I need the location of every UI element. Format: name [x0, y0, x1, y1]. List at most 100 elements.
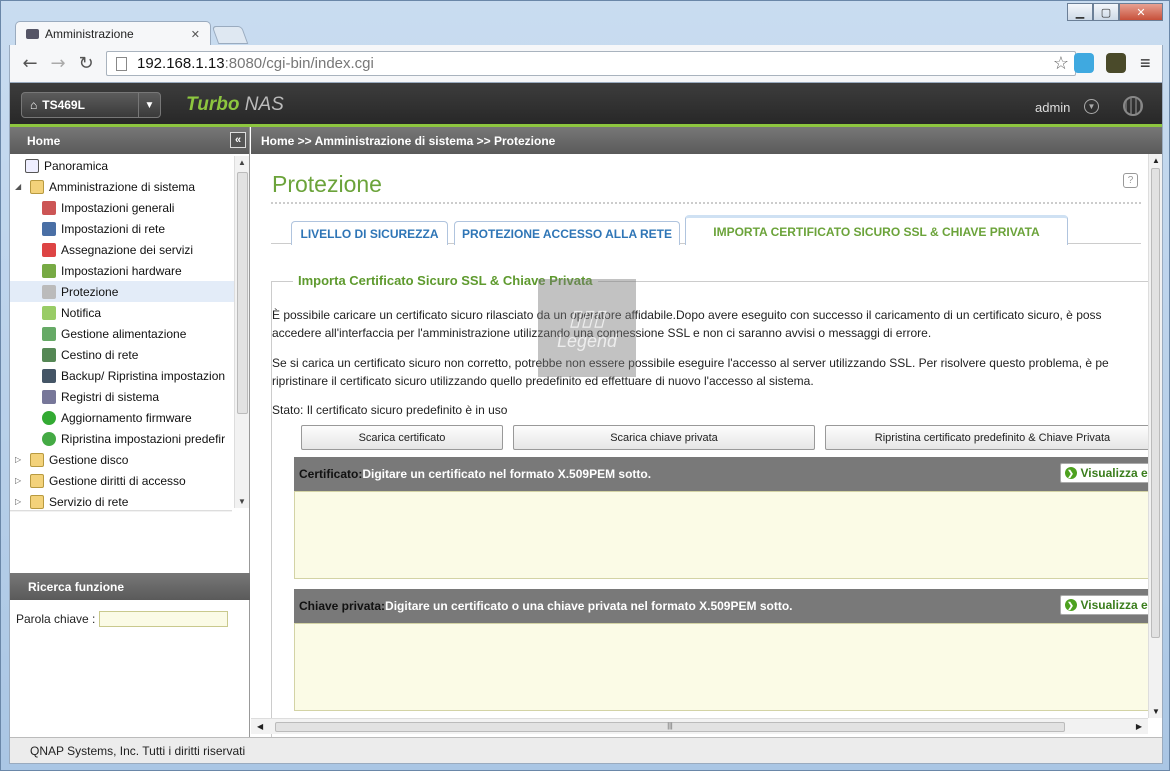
folder-open-icon	[30, 179, 44, 194]
reload-icon[interactable]: ↻	[72, 53, 100, 74]
home-icon: ⌂	[30, 98, 38, 112]
model-selector[interactable]: ⌂ TS469L ▼	[21, 92, 161, 118]
page-title: Protezione	[272, 171, 382, 197]
tab-livello-sicurezza[interactable]: LIVELLO DI SICUREZZA	[291, 221, 448, 245]
tab-close-icon[interactable]: ✕	[191, 28, 200, 41]
minimize-icon[interactable]: ▁	[1067, 3, 1093, 21]
address-bar[interactable]: 192.168.1.13:8080/cgi-bin/index.cgi ☆	[106, 51, 1076, 76]
sidebar-item-gestione-disco[interactable]: ▷ Gestione disco	[15, 449, 128, 470]
sidebar-title: Home	[27, 133, 61, 148]
sidebar-item-protezione[interactable]: Protezione	[10, 281, 236, 302]
logs-icon	[42, 389, 56, 404]
sidebar-item-backup[interactable]: Backup/ Ripristina impostazion	[42, 365, 225, 386]
app-header: ⌂ TS469L ▼ Turbo NAS admin ▼	[10, 83, 1162, 127]
tab-importa-certificato[interactable]: IMPORTA CERTIFICATO SICURO SSL & CHIAVE …	[685, 215, 1068, 245]
window-controls: ▁ ▢ ✕	[1067, 3, 1163, 21]
maximize-icon[interactable]: ▢	[1093, 3, 1119, 21]
forward-icon[interactable]: →	[44, 53, 72, 74]
overview-icon	[25, 158, 39, 173]
page-viewport: ⌂ TS469L ▼ Turbo NAS admin ▼ Home « Pano…	[9, 82, 1163, 764]
model-label: TS469L	[42, 98, 85, 112]
folder-icon	[30, 494, 44, 509]
download-key-button[interactable]: Scarica chiave privata	[513, 425, 815, 450]
arrow-right-icon: ❯	[1064, 467, 1077, 479]
collapse-sidebar-icon[interactable]: «	[230, 132, 246, 148]
scroll-up-icon[interactable]: ▲	[238, 158, 246, 167]
main-panel: Protezione ? LIVELLO DI SICUREZZA PROTEZ…	[251, 154, 1162, 737]
menu-icon[interactable]: ≡	[1140, 53, 1151, 74]
general-settings-icon	[42, 200, 56, 215]
certificate-bar: Certificato: Digitare un certificato nel…	[294, 457, 1162, 491]
new-tab-button[interactable]	[211, 26, 249, 44]
sidebar: Home « Panoramica ◢ Amministrazione di si…	[10, 127, 250, 737]
main-horizontal-scrollbar[interactable]: ◀ ||| ▶	[251, 718, 1148, 734]
sidebar-vertical-scrollbar[interactable]: ▲ ▼	[234, 156, 249, 508]
private-key-bar: Chiave privata: Digitare un certificato …	[294, 589, 1162, 623]
browser-toolbar: ← → ↻ 192.168.1.13:8080/cgi-bin/index.cg…	[9, 45, 1163, 82]
security-icon	[42, 284, 56, 299]
scroll-thumb[interactable]: |||	[275, 722, 1065, 732]
user-name[interactable]: admin	[1035, 100, 1070, 115]
view-certificate-example-button[interactable]: ❯ Visualizza ese	[1059, 463, 1162, 483]
private-key-instruction: Digitare un certificato o una chiave pri…	[385, 599, 793, 613]
scroll-thumb[interactable]	[1151, 168, 1160, 638]
bookmark-star-icon[interactable]: ☆	[1053, 53, 1069, 74]
expand-arrow-icon[interactable]: ◢	[15, 182, 25, 191]
sidebar-item-cestino-rete[interactable]: Cestino di rete	[42, 344, 138, 365]
scroll-down-icon[interactable]: ▼	[238, 497, 246, 506]
expand-arrow-icon[interactable]: ▷	[15, 497, 25, 506]
keyword-input[interactable]	[99, 611, 229, 627]
sidebar-item-impostazioni-rete[interactable]: Impostazioni di rete	[42, 218, 165, 239]
scroll-up-icon[interactable]: ▲	[1152, 156, 1160, 165]
sidebar-item-assegnazione-servizi[interactable]: Assegnazione dei servizi	[42, 239, 193, 260]
certificate-label: Certificato:	[299, 467, 363, 481]
scroll-thumb[interactable]	[237, 172, 248, 414]
scroll-down-icon[interactable]: ▼	[1152, 707, 1160, 716]
tab-protezione-accesso[interactable]: PROTEZIONE ACCESSO ALLA RETE	[454, 221, 680, 245]
close-icon[interactable]: ✕	[1119, 3, 1163, 21]
backup-icon	[42, 368, 56, 383]
footer: QNAP Systems, Inc. Tutti i diritti riser…	[10, 737, 1162, 763]
expand-arrow-icon[interactable]: ▷	[15, 476, 25, 485]
restore-default-button[interactable]: Ripristina certificato predefinito & Chi…	[825, 425, 1160, 450]
sidebar-horizontal-scrollbar[interactable]: ◀ ||| ▶	[10, 510, 232, 512]
sidebar-item-firmware[interactable]: Aggiornamento firmware	[42, 407, 192, 428]
certificate-instruction: Digitare un certificato nel formato X.50…	[362, 467, 652, 481]
sidebar-item-panoramica[interactable]: Panoramica	[25, 155, 108, 176]
scroll-right-icon[interactable]: ▶	[1136, 722, 1142, 731]
sidebar-item-diritti-accesso[interactable]: ▷ Gestione diritti di accesso	[15, 470, 186, 491]
recycle-bin-icon	[42, 347, 56, 362]
scroll-left-icon[interactable]: ◀	[257, 722, 263, 731]
sidebar-item-notifica[interactable]: Notifica	[42, 302, 101, 323]
expand-arrow-icon[interactable]: ▷	[15, 455, 25, 464]
sidebar-item-registri[interactable]: Registri di sistema	[42, 386, 159, 407]
keyword-search: Parola chiave :	[16, 611, 229, 627]
language-globe-icon[interactable]	[1123, 96, 1143, 116]
user-menu-icon[interactable]: ▼	[1084, 99, 1099, 114]
breadcrumb: Home >> Amministrazione di sistema >> Pr…	[251, 127, 1162, 154]
back-icon[interactable]: ←	[16, 53, 44, 74]
chevron-down-icon[interactable]: ▼	[138, 93, 160, 117]
view-key-example-button[interactable]: ❯ Visualizza ese	[1059, 595, 1162, 615]
tab-title: Amministrazione	[45, 27, 134, 41]
sidebar-item-amministrazione[interactable]: ◢ Amministrazione di sistema	[15, 176, 195, 197]
sidebar-item-impostazioni-generali[interactable]: Impostazioni generali	[42, 197, 174, 218]
download-certificate-button[interactable]: Scarica certificato	[301, 425, 503, 450]
browser-tab[interactable]: Amministrazione ✕	[15, 21, 211, 46]
notification-icon	[42, 305, 56, 320]
sidebar-item-impostazioni-hardware[interactable]: Impostazioni hardware	[42, 260, 182, 281]
extension-skype-icon[interactable]	[1074, 53, 1094, 73]
certificate-textarea[interactable]	[294, 491, 1162, 579]
private-key-textarea[interactable]	[294, 623, 1162, 711]
private-key-label: Chiave privata:	[299, 599, 386, 613]
sidebar-item-servizio-rete[interactable]: ▷ Servizio di rete	[15, 491, 128, 512]
main-vertical-scrollbar[interactable]: ▲ ▼	[1148, 154, 1162, 718]
tab-favicon-icon	[26, 29, 39, 39]
sidebar-item-ripristina[interactable]: Ripristina impostazioni predefir	[42, 428, 225, 449]
nav-tree: Panoramica ◢ Amministrazione di sistema I…	[10, 154, 250, 512]
help-icon[interactable]: ?	[1123, 173, 1138, 188]
status-text: Stato: Il certificato sicuro predefinito…	[272, 403, 508, 417]
arrow-right-icon: ❯	[1064, 599, 1077, 611]
extension-speedtest-icon[interactable]	[1106, 53, 1126, 73]
sidebar-item-gestione-alimentazione[interactable]: Gestione alimentazione	[42, 323, 186, 344]
